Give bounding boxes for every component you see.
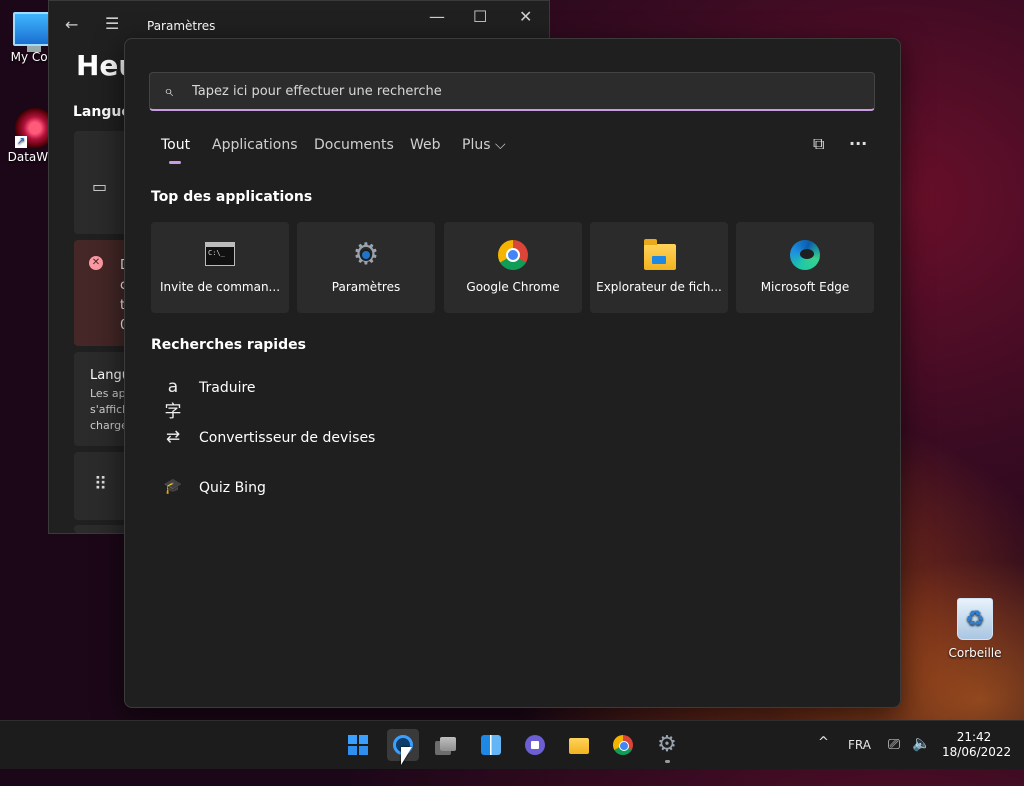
desktop-icon-recycle-bin[interactable]: Corbeille xyxy=(940,598,1010,660)
search-flyout: ⌕ Tout Applications Documents Web Plus ⌵… xyxy=(124,38,901,708)
task-view-button[interactable] xyxy=(431,729,463,761)
language-indicator[interactable]: FRA xyxy=(848,738,871,786)
app-tile-label: Paramètres xyxy=(331,280,401,294)
shortcut-arrow-icon: ↗ xyxy=(15,136,27,148)
quick-search-label: Convertisseur de devises xyxy=(199,430,376,446)
volume-icon[interactable]: 🔈 xyxy=(912,734,931,782)
close-icon[interactable]: ✕ xyxy=(519,7,532,26)
top-apps-title: Top des applications xyxy=(151,189,313,205)
settings-gear-icon: ⚙ xyxy=(352,237,380,272)
clock-time: 21:42 xyxy=(956,730,992,744)
start-button[interactable] xyxy=(342,729,374,761)
tab-more[interactable]: Plus ⌵ xyxy=(462,137,506,153)
settings-title: Paramètres xyxy=(147,19,216,33)
file-explorer-icon xyxy=(644,239,676,270)
taskbar-settings[interactable]: ⚙ xyxy=(651,729,683,763)
exchange-icon: ⇄ xyxy=(165,427,181,447)
app-tile-chrome[interactable]: Google Chrome xyxy=(444,222,582,313)
quick-search-label: Quiz Bing xyxy=(199,480,266,496)
cmd-icon: C:\_ xyxy=(205,242,235,266)
clock[interactable]: 21:42 18/06/2022 xyxy=(942,730,1012,760)
app-tile-label: Invite de comman... xyxy=(159,280,281,294)
desktop-icon-label: Corbeille xyxy=(948,646,1002,660)
app-tile-file-explorer[interactable]: Explorateur de fich... xyxy=(590,222,728,313)
recycle-bin-icon xyxy=(957,598,993,640)
app-tile-label: Microsoft Edge xyxy=(760,280,850,294)
chrome-icon xyxy=(613,735,633,755)
more-options-icon[interactable]: ··· xyxy=(849,134,867,153)
graduation-cap-icon: 🎓 xyxy=(163,477,183,495)
tab-documents[interactable]: Documents xyxy=(314,137,394,153)
edge-icon xyxy=(790,240,820,270)
running-indicator xyxy=(665,760,670,763)
app-tile-cmd[interactable]: C:\_ Invite de comman... xyxy=(151,222,289,313)
app-tile-label: Google Chrome xyxy=(466,280,560,294)
teams-button[interactable] xyxy=(519,729,551,761)
app-tile-settings[interactable]: ⚙ Paramètres xyxy=(297,222,435,313)
tray-chevron-icon[interactable]: ^ xyxy=(818,735,829,783)
quick-searches-title: Recherches rapides xyxy=(151,337,306,353)
file-explorer-icon xyxy=(569,738,589,754)
tab-web[interactable]: Web xyxy=(410,137,441,153)
widgets-button[interactable] xyxy=(475,729,507,761)
network-icon[interactable]: ⎚ xyxy=(888,735,900,783)
chrome-icon xyxy=(498,240,528,270)
app-tile-label: Explorateur de fich... xyxy=(596,280,722,294)
translate-icon: a字 xyxy=(164,377,182,422)
taskbar: ⚙ ^ FRA ⎚ 🔈 21:42 18/06/2022 xyxy=(0,720,1024,769)
settings-gear-icon: ⚙ xyxy=(657,732,677,757)
maximize-icon[interactable]: ☐ xyxy=(473,7,487,26)
account-switch-icon[interactable]: ⧉ xyxy=(813,134,824,154)
tab-applications[interactable]: Applications xyxy=(212,137,298,153)
teams-icon xyxy=(525,735,545,755)
active-tab-indicator xyxy=(169,161,181,164)
hamburger-menu-icon[interactable]: ☰ xyxy=(105,14,119,33)
search-icon: ⌕ xyxy=(164,81,173,100)
clock-date: 18/06/2022 xyxy=(942,745,1012,759)
task-view-icon xyxy=(440,737,456,751)
taskbar-chrome[interactable] xyxy=(607,729,639,761)
laptop-icon: ▭ xyxy=(92,177,108,196)
start-icon xyxy=(348,735,368,755)
taskbar-file-explorer[interactable] xyxy=(563,729,595,761)
search-box[interactable]: ⌕ xyxy=(149,72,875,111)
app-tile-edge[interactable]: Microsoft Edge xyxy=(736,222,874,313)
settings-section-title: Langue xyxy=(73,104,131,120)
error-icon: ✕ xyxy=(89,256,103,270)
minimize-icon[interactable]: — xyxy=(429,7,445,26)
search-input[interactable] xyxy=(190,80,854,102)
drag-handle-icon: ⠿ xyxy=(94,474,107,495)
widgets-icon xyxy=(481,735,501,755)
back-arrow-icon[interactable]: ← xyxy=(65,15,78,34)
quick-search-label: Traduire xyxy=(199,380,256,396)
tab-all[interactable]: Tout xyxy=(161,137,190,153)
mouse-cursor-icon xyxy=(401,747,412,765)
